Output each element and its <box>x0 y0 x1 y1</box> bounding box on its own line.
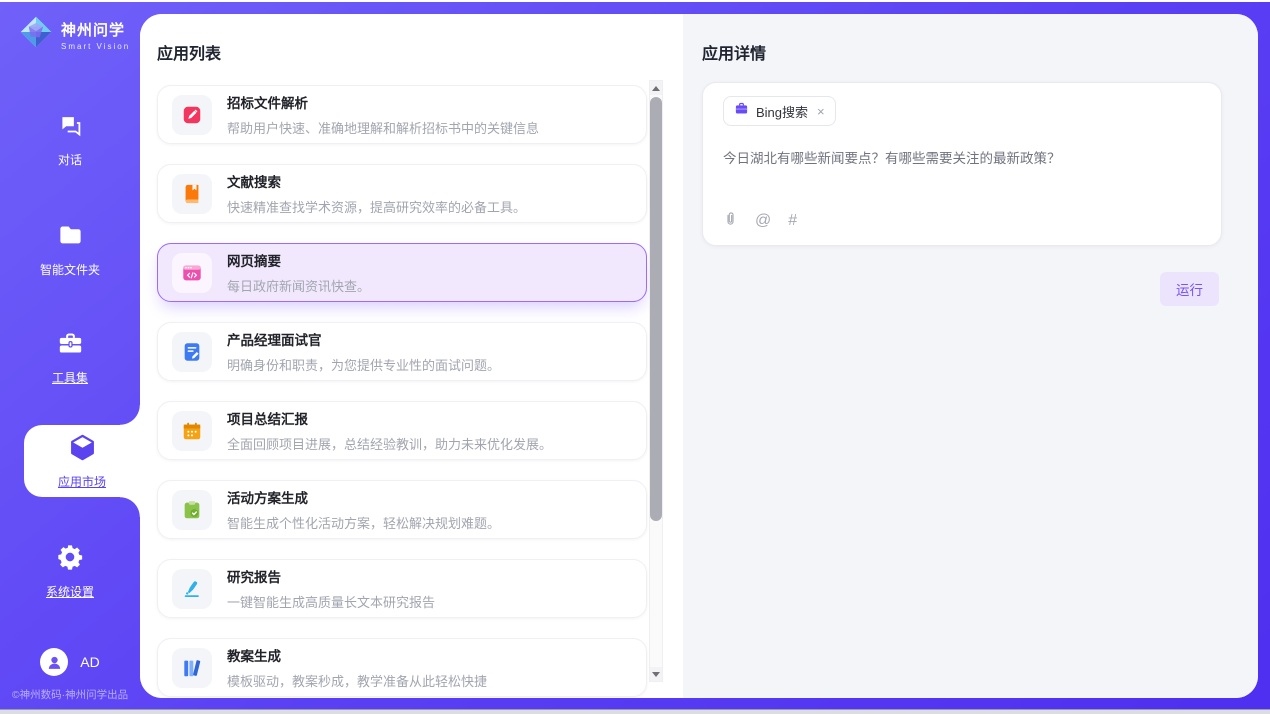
sidebar-item-label: 工具集 <box>52 369 88 386</box>
brand-name: 神州问学 <box>61 19 130 40</box>
list-item-literature-search[interactable]: 文献搜索 快速精准查找学术资源，提高研究效率的必备工具。 <box>157 164 647 223</box>
calendar-icon <box>172 411 212 451</box>
sidebar: 神州问学 Smart Vision 对话 智能文件夹 <box>0 2 140 710</box>
app-detail-title: 应用详情 <box>702 40 766 64</box>
person-icon <box>46 654 63 671</box>
sidebar-item-chat[interactable]: 对话 <box>0 112 140 168</box>
list-item-research-report[interactable]: 研究报告 一键智能生成高质量长文本研究报告 <box>157 559 647 618</box>
sidebar-item-label: 系统设置 <box>46 583 94 600</box>
scroll-up-button[interactable] <box>650 81 662 95</box>
app-list: 招标文件解析 帮助用户快速、准确地理解和解析招标书中的关键信息 文献搜索 快速精… <box>157 85 647 698</box>
sidebar-item-label: 智能文件夹 <box>40 261 100 278</box>
close-icon[interactable]: × <box>817 104 825 119</box>
briefcase-icon <box>734 101 749 121</box>
tool-tag-label: Bing搜索 <box>756 102 808 121</box>
chat-icon <box>57 112 84 144</box>
list-item-desc: 快速精准查找学术资源，提高研究效率的必备工具。 <box>227 197 526 216</box>
list-item-title: 研究报告 <box>227 566 435 586</box>
folder-icon <box>57 222 84 254</box>
list-item-desc: 每日政府新闻资讯快查。 <box>227 276 370 295</box>
clipboard-check-icon <box>172 490 212 530</box>
list-item-desc: 明确身份和职责，为您提供专业性的面试问题。 <box>227 355 500 374</box>
list-item-desc: 一键智能生成高质量长文本研究报告 <box>227 592 435 611</box>
list-item-title: 教案生成 <box>227 645 487 665</box>
book-icon <box>172 174 212 214</box>
sidebar-item-settings[interactable]: 系统设置 <box>0 543 140 600</box>
browser-code-icon <box>172 253 212 293</box>
list-item-pm-interviewer[interactable]: 产品经理面试官 明确身份和职责，为您提供专业性的面试问题。 <box>157 322 647 381</box>
app-list-panel: 应用列表 招标文件解析 帮助用户快速、准确地理解和解析招标书中的关键信息 <box>140 14 683 698</box>
app-detail-panel: 应用详情 Bing搜索 × 今日湖北有哪些新闻要点？有哪些需要关注的最新政策？ <box>683 14 1258 698</box>
avatar-name: AD <box>80 654 99 670</box>
list-scrollbar[interactable] <box>649 80 663 682</box>
query-input[interactable]: 今日湖北有哪些新闻要点？有哪些需要关注的最新政策？ <box>723 149 1201 169</box>
user-footer[interactable]: AD <box>0 648 140 676</box>
list-item-desc: 全面回顾项目进展，总结经验教训，助力未来优化发展。 <box>227 434 552 453</box>
sidebar-item-label: 应用市场 <box>58 473 106 490</box>
list-item-lesson-plan[interactable]: 教案生成 模板驱动，教案秒成，教学准备从此轻松快捷 <box>157 638 647 697</box>
list-item-title: 活动方案生成 <box>227 487 500 507</box>
paperclip-icon[interactable] <box>723 210 738 232</box>
brand-subtitle: Smart Vision <box>61 42 130 51</box>
list-item-title: 招标文件解析 <box>227 92 539 112</box>
list-item-bid-parse[interactable]: 招标文件解析 帮助用户快速、准确地理解和解析招标书中的关键信息 <box>157 85 647 144</box>
input-toolbar: @ # <box>723 210 797 232</box>
query-card[interactable]: Bing搜索 × 今日湖北有哪些新闻要点？有哪些需要关注的最新政策？ @ # <box>702 82 1222 246</box>
list-item-title: 网页摘要 <box>227 250 370 270</box>
scroll-down-button[interactable] <box>650 667 662 681</box>
list-item-desc: 帮助用户快速、准确地理解和解析招标书中的关键信息 <box>227 118 539 137</box>
toolbox-icon <box>56 330 85 362</box>
copyright-text: ©神州数码·神州问学出品 <box>0 687 140 702</box>
run-button[interactable]: 运行 <box>1160 272 1219 306</box>
edit-document-icon <box>172 95 212 135</box>
sidebar-item-toolset[interactable]: 工具集 <box>0 330 140 386</box>
scrollbar-thumb[interactable] <box>650 97 662 521</box>
brand-logo: 神州问学 Smart Vision <box>18 14 130 55</box>
cube-icon <box>67 432 98 468</box>
avatar[interactable] <box>40 648 68 676</box>
triangle-down-icon <box>652 672 660 677</box>
tool-tag-bing-search[interactable]: Bing搜索 × <box>723 96 836 126</box>
page-edge <box>0 710 1270 714</box>
app-list-title: 应用列表 <box>157 40 221 64</box>
at-mention-icon[interactable]: @ <box>755 212 771 230</box>
interview-doc-icon <box>172 332 212 372</box>
sidebar-item-smart-folder[interactable]: 智能文件夹 <box>0 222 140 278</box>
list-item-project-summary[interactable]: 项目总结汇报 全面回顾项目进展，总结经验教训，助力未来优化发展。 <box>157 401 647 460</box>
list-item-title: 项目总结汇报 <box>227 408 552 428</box>
hash-icon[interactable]: # <box>788 212 797 230</box>
list-item-title: 产品经理面试官 <box>227 329 500 349</box>
list-item-web-summary[interactable]: 网页摘要 每日政府新闻资讯快查。 <box>157 243 647 302</box>
list-item-title: 文献搜索 <box>227 171 526 191</box>
diamond-logo-icon <box>18 14 54 55</box>
sidebar-item-label: 对话 <box>58 151 82 168</box>
list-item-desc: 模板驱动，教案秒成，教学准备从此轻松快捷 <box>227 671 487 690</box>
sidebar-item-app-market[interactable]: 应用市场 <box>24 425 140 497</box>
list-item-event-plan[interactable]: 活动方案生成 智能生成个性化活动方案，轻松解决规划难题。 <box>157 480 647 539</box>
list-item-desc: 智能生成个性化活动方案，轻松解决规划难题。 <box>227 513 500 532</box>
triangle-up-icon <box>652 86 660 91</box>
books-icon <box>172 648 212 688</box>
gear-icon <box>56 543 84 576</box>
main-container: 应用列表 招标文件解析 帮助用户快速、准确地理解和解析招标书中的关键信息 <box>140 14 1258 698</box>
research-pen-icon <box>172 569 212 609</box>
